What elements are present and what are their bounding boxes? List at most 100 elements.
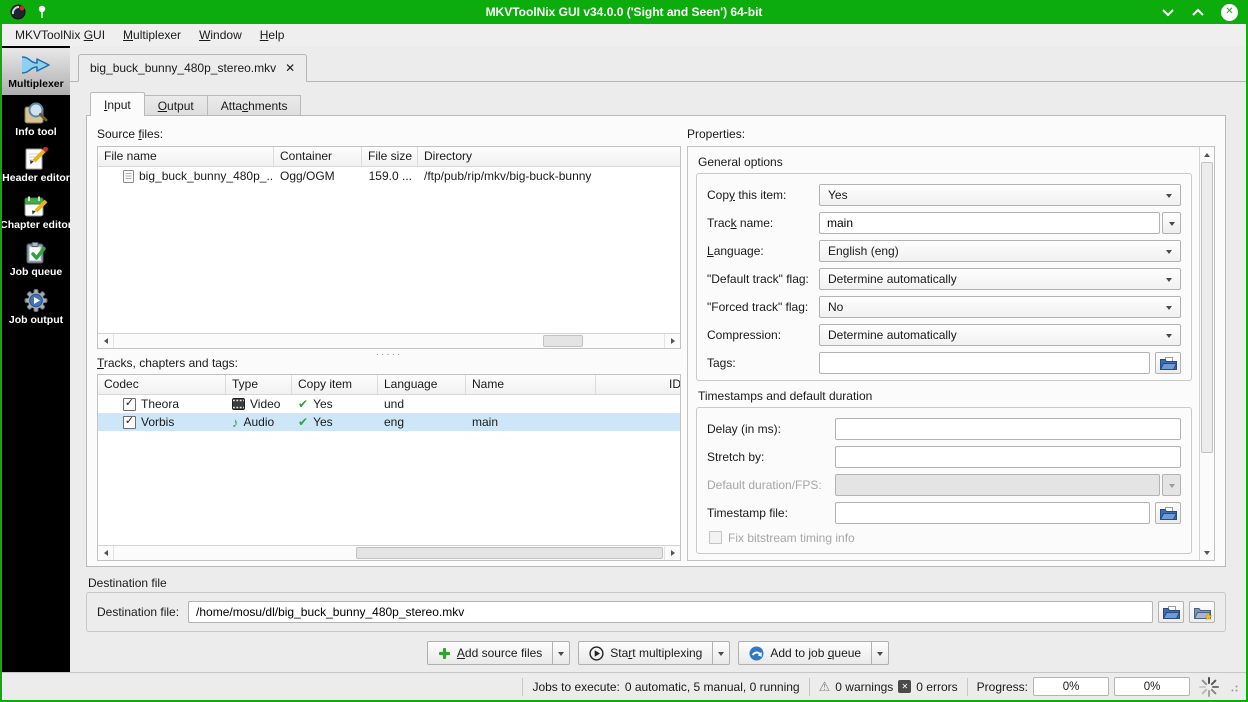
tracks-table[interactable]: Codec Type Copy item Language Name ID ✓ … xyxy=(97,374,681,561)
copy-this-item-label: Copy this item: xyxy=(707,188,787,202)
scroll-right-icon[interactable] xyxy=(665,546,680,560)
close-button[interactable]: ✕ xyxy=(1221,3,1238,21)
menu-mkvtoolnix-gui[interactable]: MKVToolNix GUI xyxy=(6,25,114,45)
add-to-job-queue-button[interactable]: Add to job queue xyxy=(738,641,873,665)
tab-output[interactable]: Output xyxy=(144,95,208,116)
delay-input[interactable] xyxy=(835,418,1181,440)
warnings-count: 0 warnings xyxy=(835,679,894,694)
jobs-to-execute-label: Jobs to execute: xyxy=(532,679,620,694)
progress-label: Progress: xyxy=(976,679,1028,694)
scroll-left-icon[interactable] xyxy=(98,546,113,560)
track-row-theora[interactable]: ✓ Theora Video ✔ Yes und xyxy=(98,395,680,413)
start-multiplexing-button[interactable]: Start multiplexing xyxy=(578,641,714,665)
info-tool-icon xyxy=(23,100,49,125)
start-multiplexing-dropdown[interactable] xyxy=(713,641,731,665)
sidebar-item-job-output[interactable]: Job output xyxy=(2,283,70,330)
scroll-down-icon[interactable] xyxy=(1200,545,1214,560)
scroll-right-icon[interactable] xyxy=(665,334,680,348)
pin-icon[interactable] xyxy=(36,5,48,19)
track-name-dropdown-button[interactable] xyxy=(1162,212,1181,234)
source-files-hscrollbar[interactable] xyxy=(98,333,680,348)
progress-bar-total: 0% xyxy=(1114,677,1190,696)
folder-icon xyxy=(1159,506,1177,520)
input-pane: Source files: File name Container File s… xyxy=(86,115,1226,567)
tab-big-buck-bunny[interactable]: big_buck_bunny_480p_stereo.mkv ✕ xyxy=(78,54,308,82)
multiplexer-tab-bar: Input Output Attachments xyxy=(90,92,302,116)
destination-favorites-button[interactable]: ★ xyxy=(1189,601,1215,623)
scrollbar-thumb[interactable] xyxy=(1201,162,1213,454)
track-enabled-checkbox[interactable]: ✓ xyxy=(123,415,136,429)
destination-group-title: Destination file xyxy=(88,576,167,590)
statusbar-separator xyxy=(808,677,810,696)
source-files-header[interactable]: File name Container File size Directory xyxy=(98,147,680,167)
properties-label: Properties: xyxy=(687,127,746,141)
scrollbar-thumb[interactable] xyxy=(543,335,583,347)
sidebar-item-info-tool[interactable]: Info tool xyxy=(2,95,70,142)
timestamp-file-input[interactable] xyxy=(835,502,1150,524)
language-select[interactable]: English (eng) xyxy=(819,240,1181,262)
tracks-hscrollbar[interactable] xyxy=(98,545,680,560)
delay-label: Delay (in ms): xyxy=(707,422,782,436)
jobs-to-execute-value: 0 automatic, 5 manual, 0 running xyxy=(624,679,800,694)
folder-icon xyxy=(1162,605,1180,619)
track-row-vorbis[interactable]: ✓ Vorbis ♪ Audio ✔ Yes eng main xyxy=(98,413,680,431)
plus-icon xyxy=(438,647,451,660)
sidebar-item-job-queue[interactable]: Job queue xyxy=(2,236,70,283)
menu-help[interactable]: Help xyxy=(251,25,294,45)
sidebar-item-header-editor[interactable]: Header editor xyxy=(2,142,70,189)
multiplexer-icon xyxy=(21,53,51,77)
add-to-job-queue-dropdown[interactable] xyxy=(872,641,890,665)
tool-sidebar: Multiplexer Info tool Header editor Chap… xyxy=(2,46,72,672)
compression-label: Compression: xyxy=(707,328,782,342)
destination-group: Destination file: ★ xyxy=(86,592,1226,632)
scroll-up-icon[interactable] xyxy=(1200,147,1214,162)
timestamps-group: Timestamps and default duration Delay (i… xyxy=(696,389,1192,554)
tags-browse-button[interactable] xyxy=(1155,352,1181,374)
progress-bar-current: 0% xyxy=(1033,677,1109,696)
tracks-header[interactable]: Codec Type Copy item Language Name ID xyxy=(98,375,680,395)
tab-close-icon[interactable]: ✕ xyxy=(285,61,295,75)
tags-input[interactable] xyxy=(819,352,1150,374)
statusbar-separator xyxy=(522,677,524,696)
track-name-input[interactable] xyxy=(819,212,1160,234)
destination-browse-button[interactable] xyxy=(1158,601,1184,623)
copy-this-item-select[interactable]: Yes xyxy=(819,184,1181,206)
default-track-flag-select[interactable]: Determine automatically xyxy=(819,268,1181,290)
destination-file-input[interactable] xyxy=(188,601,1153,623)
table-row[interactable]: big_buck_bunny_480p_... Ogg/OGM 159.0 ..… xyxy=(98,167,680,185)
resize-grip[interactable] xyxy=(1228,682,1238,692)
sidebar-item-multiplexer[interactable]: Multiplexer xyxy=(2,48,70,95)
job-queue-icon xyxy=(23,241,49,265)
star-icon: ★ xyxy=(1204,612,1213,623)
add-source-files-button[interactable]: Add source files xyxy=(426,641,554,665)
minimize-icon[interactable] xyxy=(1161,8,1175,17)
scrollbar-thumb[interactable] xyxy=(356,547,663,559)
titlebar: MKVToolNix GUI v34.0.0 ('Sight and Seen'… xyxy=(2,0,1246,24)
menu-window[interactable]: Window xyxy=(190,25,251,45)
file-icon xyxy=(123,169,134,183)
file-tab-bar: big_buck_bunny_480p_stereo.mkv ✕ xyxy=(70,54,1246,82)
source-files-table[interactable]: File name Container File size Directory … xyxy=(97,146,681,349)
maximize-icon[interactable] xyxy=(1191,8,1205,17)
app-window: MKVToolNix GUI v34.0.0 ('Sight and Seen'… xyxy=(0,0,1248,702)
tab-attachments[interactable]: Attachments xyxy=(207,95,302,116)
properties-panel: General options Copy this item: Yes Trac… xyxy=(687,146,1215,561)
scroll-left-icon[interactable] xyxy=(98,334,113,348)
warning-icon: ⚠ xyxy=(818,678,831,694)
check-icon: ✔ xyxy=(298,415,309,429)
fix-bitstream-checkbox xyxy=(709,531,722,544)
sidebar-item-chapter-editor[interactable]: Chapter editor xyxy=(2,189,72,236)
tab-input[interactable]: Input xyxy=(90,92,145,116)
menu-multiplexer[interactable]: Multiplexer xyxy=(114,25,190,45)
track-enabled-checkbox[interactable]: ✓ xyxy=(123,397,136,411)
stretch-by-input[interactable] xyxy=(835,446,1181,468)
compression-select[interactable]: Determine automatically xyxy=(819,324,1181,346)
app-icon xyxy=(10,4,26,20)
errors-count: 0 errors xyxy=(916,679,958,694)
chapter-editor-icon xyxy=(23,194,49,218)
forced-track-flag-select[interactable]: No xyxy=(819,296,1181,318)
properties-vscrollbar[interactable] xyxy=(1199,147,1214,560)
timestamp-file-browse-button[interactable] xyxy=(1155,502,1181,524)
add-source-files-dropdown[interactable] xyxy=(553,641,571,665)
video-icon xyxy=(232,398,245,410)
